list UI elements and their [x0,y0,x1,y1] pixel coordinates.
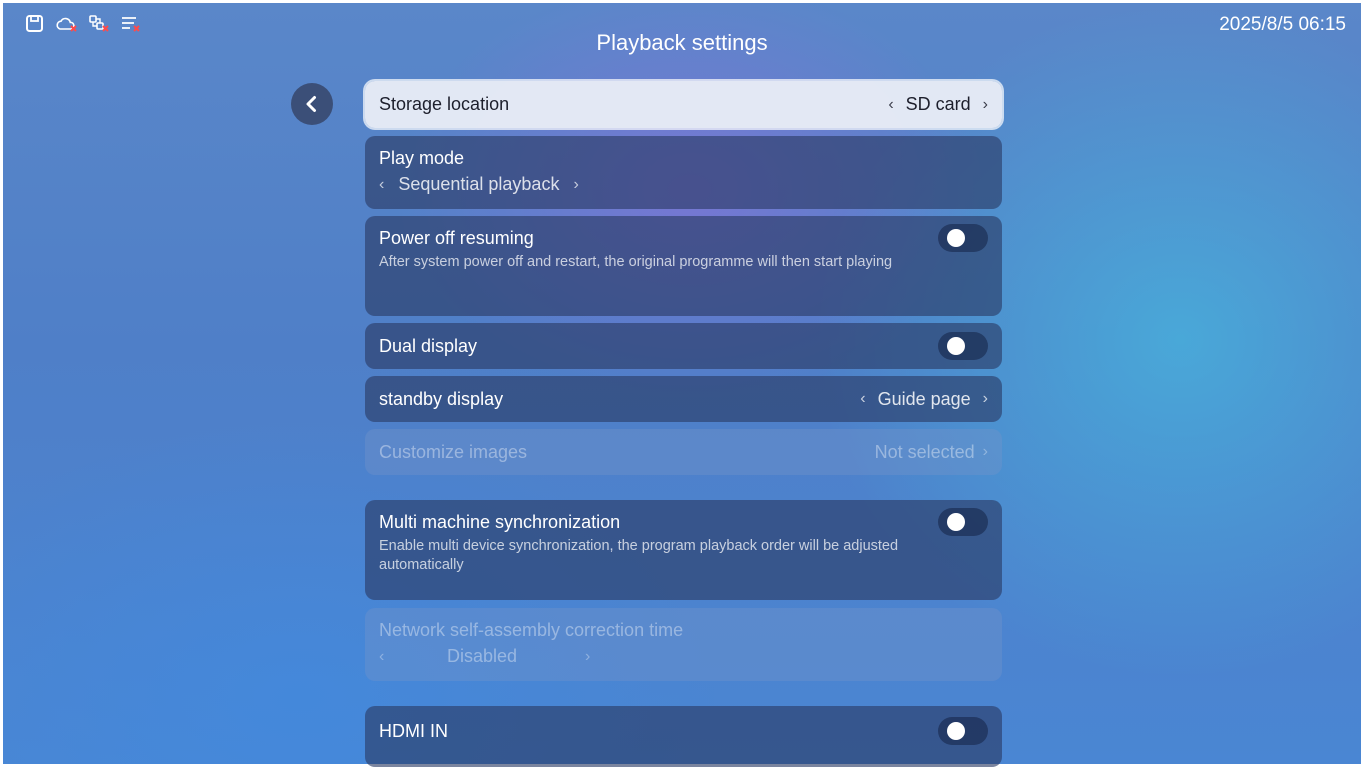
standby-display-row[interactable]: standby display ‹ Guide page › [365,376,1002,422]
dual-display-toggle[interactable] [938,332,988,360]
chevron-left-icon[interactable]: ‹ [379,176,384,194]
chevron-right-icon[interactable]: › [585,648,590,666]
chevron-right-icon[interactable]: › [573,176,578,194]
hdmi-in-label: HDMI IN [379,720,448,741]
play-mode-selector[interactable]: ‹ Sequential playback › [379,174,988,195]
standby-display-selector[interactable]: ‹ Guide page › [860,389,988,410]
back-button[interactable] [291,83,333,125]
hdmi-in-row[interactable]: HDMI IN [365,706,1002,767]
toggle-knob [947,513,965,531]
chevron-right-icon[interactable]: › [983,443,988,461]
multi-machine-sync-row[interactable]: Multi machine synchronization Enable mul… [365,500,1002,600]
storage-location-value: SD card [905,94,971,114]
network-correction-time-row[interactable]: Network self-assembly correction time ‹ … [365,608,1002,681]
play-mode-value: Sequential playback [398,174,560,194]
multi-machine-sync-description: Enable multi device synchronization, the… [379,538,899,573]
toggle-knob [947,722,965,740]
network-correction-time-label: Network self-assembly correction time [379,620,684,640]
toggle-knob [947,337,965,355]
storage-location-selector[interactable]: ‹ SD card › [888,94,988,115]
customize-images-label: Customize images [379,441,528,462]
toggle-knob [947,229,965,247]
customize-images-value: Not selected [874,441,975,462]
dual-display-label: Dual display [379,335,478,356]
chevron-left-icon[interactable]: ‹ [860,390,865,408]
chevron-left-icon [306,96,316,112]
standby-display-value: Guide page [877,388,971,409]
network-correction-time-selector[interactable]: ‹ Disabled › [379,646,988,667]
power-off-resuming-description: After system power off and restart, the … [379,254,893,270]
storage-location-label: Storage location [379,94,510,114]
play-mode-label: Play mode [379,148,465,168]
storage-location-row[interactable]: Storage location ‹ SD card › [365,81,1002,128]
chevron-left-icon[interactable]: ‹ [888,96,893,114]
chevron-right-icon[interactable]: › [983,96,988,114]
hdmi-in-toggle[interactable] [938,717,988,745]
multi-machine-sync-toggle[interactable] [938,508,988,536]
dual-display-row[interactable]: Dual display [365,323,1002,369]
page-title: Playback settings [596,30,768,55]
chevron-left-icon[interactable]: ‹ [379,648,447,666]
customize-images-selector[interactable]: Not selected › [875,442,988,463]
standby-display-label: standby display [379,388,504,409]
network-correction-time-value: Disabled [447,646,518,666]
power-off-resuming-row[interactable]: Power off resuming After system power of… [365,216,1002,316]
multi-machine-sync-label: Multi machine synchronization [379,511,621,532]
customize-images-row[interactable]: Customize images Not selected › [365,429,1002,475]
power-off-resuming-label: Power off resuming [379,227,534,248]
power-off-resuming-toggle[interactable] [938,224,988,252]
play-mode-row[interactable]: Play mode ‹ Sequential playback › [365,136,1002,209]
chevron-right-icon[interactable]: › [983,390,988,408]
